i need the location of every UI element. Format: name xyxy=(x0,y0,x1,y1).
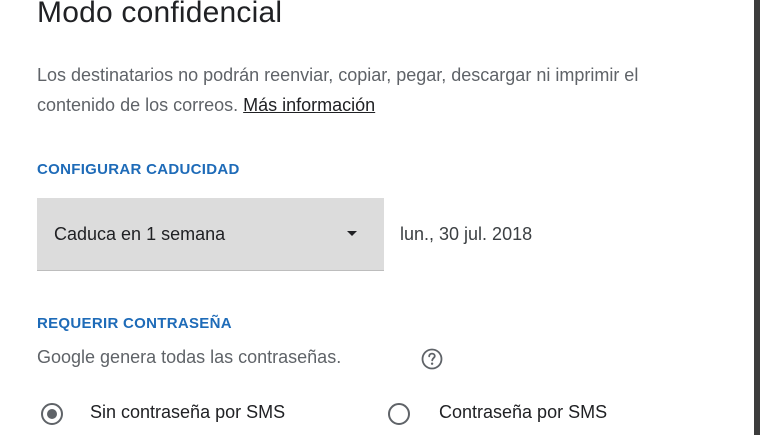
dialog-right-border xyxy=(754,0,760,435)
password-heading: REQUERIR CONTRASEÑA xyxy=(37,315,232,332)
expiry-select-value: Caduca en 1 semana xyxy=(54,224,226,244)
dialog-description: Los destinatarios no podrán reenviar, co… xyxy=(37,60,697,120)
confidential-mode-dialog: Modo confidencial Los destinatarios no p… xyxy=(0,0,770,435)
more-info-link[interactable]: Más información xyxy=(243,95,375,115)
dialog-title: Modo confidencial xyxy=(37,0,283,29)
expiry-date: lun., 30 jul. 2018 xyxy=(400,224,533,244)
password-note: Google genera todas las contraseñas. xyxy=(37,347,342,367)
no-sms-password-label[interactable]: Sin contraseña por SMS xyxy=(90,402,285,423)
no-sms-password-radio[interactable] xyxy=(40,402,64,426)
sms-password-label[interactable]: Contraseña por SMS xyxy=(439,402,607,423)
expiry-heading: CONFIGURAR CADUCIDAD xyxy=(37,161,240,178)
help-icon[interactable] xyxy=(421,348,443,370)
sms-password-radio[interactable] xyxy=(387,402,411,426)
chevron-down-icon xyxy=(347,231,357,236)
expiry-select[interactable]: Caduca en 1 semana xyxy=(37,198,384,271)
